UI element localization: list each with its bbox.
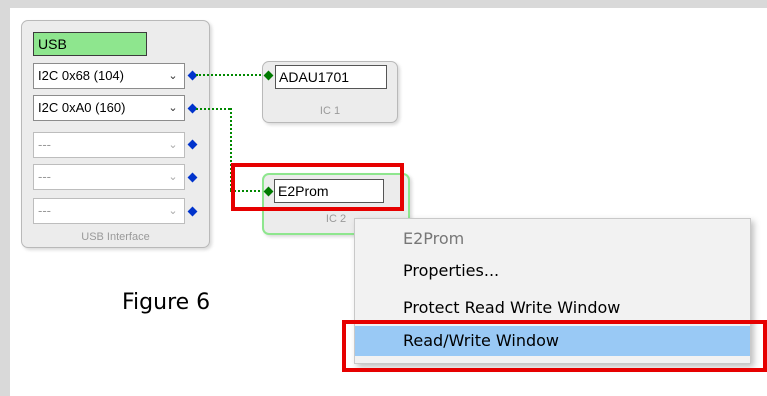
menu-item-protect-read-write-window[interactable]: Protect Read Write Window xyxy=(355,293,750,323)
menu-item-properties[interactable]: Properties... xyxy=(355,256,750,286)
usb-block-footer: USB Interface xyxy=(81,231,150,243)
port-select-label: I2C 0xA0 (160) xyxy=(38,100,126,115)
chevron-down-icon[interactable]: ⌄ xyxy=(166,96,180,120)
port-select-label: --- xyxy=(38,203,51,218)
chevron-down-icon[interactable]: ⌄ xyxy=(166,64,180,88)
port-select-1[interactable]: I2C 0x68 (104) ⌄ xyxy=(33,63,185,89)
ic1-name[interactable]: ADAU1701 xyxy=(275,65,387,89)
ic1-sub: IC 1 xyxy=(319,105,341,117)
chevron-down-icon[interactable]: ⌄ xyxy=(166,199,180,223)
connection-wire xyxy=(196,74,264,76)
input-pin-icon[interactable] xyxy=(263,70,274,81)
port-select-label: --- xyxy=(38,137,51,152)
port-select-label: I2C 0x68 (104) xyxy=(38,68,124,83)
usb-interface-block[interactable]: USB I2C 0x68 (104) ⌄ I2C 0xA0 (160) ⌄ --… xyxy=(21,20,210,248)
output-pin-icon[interactable] xyxy=(187,206,198,217)
figure-caption: Figure 6 xyxy=(122,290,211,315)
port-select-2[interactable]: I2C 0xA0 (160) ⌄ xyxy=(33,95,185,121)
highlight-box xyxy=(342,320,767,372)
chevron-down-icon[interactable]: ⌄ xyxy=(166,165,180,189)
port-select-3[interactable]: --- ⌄ xyxy=(33,132,185,158)
chevron-down-icon[interactable]: ⌄ xyxy=(166,133,180,157)
connection-wire xyxy=(196,108,230,110)
output-pin-icon[interactable] xyxy=(187,139,198,150)
highlight-box xyxy=(231,163,404,211)
port-select-label: --- xyxy=(38,169,51,184)
port-select-4[interactable]: --- ⌄ xyxy=(33,164,185,190)
menu-header: E2Prom xyxy=(403,229,465,248)
port-select-5[interactable]: --- ⌄ xyxy=(33,198,185,224)
usb-title: USB xyxy=(33,32,147,56)
output-pin-icon[interactable] xyxy=(187,172,198,183)
ic1-block[interactable]: ADAU1701 IC 1 xyxy=(262,61,398,123)
